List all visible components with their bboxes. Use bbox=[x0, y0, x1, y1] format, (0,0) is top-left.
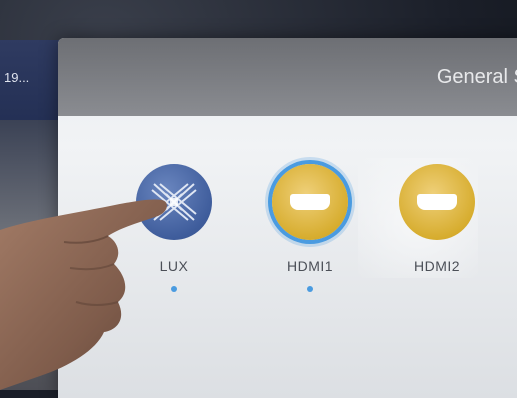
source-tile-hdmi2[interactable]: HDMI2 bbox=[392, 164, 482, 292]
source-tile-hdmi1[interactable]: HDMI1 bbox=[265, 164, 355, 292]
side-panel[interactable]: 19... bbox=[0, 40, 63, 120]
window-titlebar: General Se bbox=[58, 38, 517, 116]
pointing-hand bbox=[0, 199, 167, 390]
hdmi-port-icon bbox=[290, 194, 330, 210]
window-title: General Se bbox=[436, 66, 517, 88]
source-button-hdmi1[interactable] bbox=[272, 164, 348, 240]
source-indicator-hdmi2 bbox=[434, 286, 440, 292]
source-label-hdmi1: HDMI1 bbox=[286, 258, 334, 274]
hdmi-port-icon bbox=[417, 194, 457, 210]
side-panel-label: 19... bbox=[4, 70, 30, 85]
source-indicator-hdmi1 bbox=[307, 286, 313, 292]
source-button-hdmi2[interactable] bbox=[399, 164, 475, 240]
source-label-hdmi2: HDMI2 bbox=[413, 258, 461, 274]
